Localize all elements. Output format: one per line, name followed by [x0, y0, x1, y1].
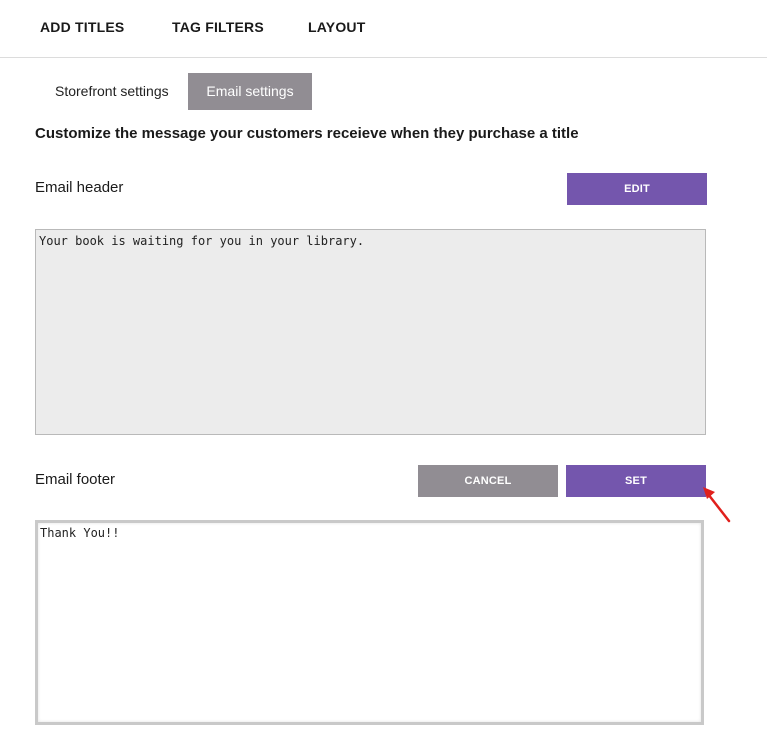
nav-tag-filters[interactable]: TAG FILTERS: [172, 19, 264, 35]
nav-add-titles[interactable]: ADD TITLES: [40, 19, 124, 35]
email-footer-textarea[interactable]: Thank You!!: [35, 520, 704, 725]
email-header-textarea[interactable]: Your book is waiting for you in your lib…: [35, 229, 706, 435]
tab-storefront-settings[interactable]: Storefront settings: [35, 73, 189, 110]
cancel-button[interactable]: CANCEL: [418, 465, 558, 497]
email-footer-label: Email footer: [35, 471, 116, 488]
section-heading: Customize the message your customers rec…: [35, 125, 579, 142]
nav-layout[interactable]: LAYOUT: [308, 19, 365, 35]
tab-email-settings[interactable]: Email settings: [188, 73, 312, 110]
edit-button[interactable]: EDIT: [567, 173, 707, 205]
top-navigation: ADD TITLES TAG FILTERS LAYOUT: [0, 0, 767, 58]
set-button[interactable]: SET: [566, 465, 706, 497]
email-header-label: Email header: [35, 179, 124, 196]
annotation-arrow-icon: [703, 487, 731, 523]
